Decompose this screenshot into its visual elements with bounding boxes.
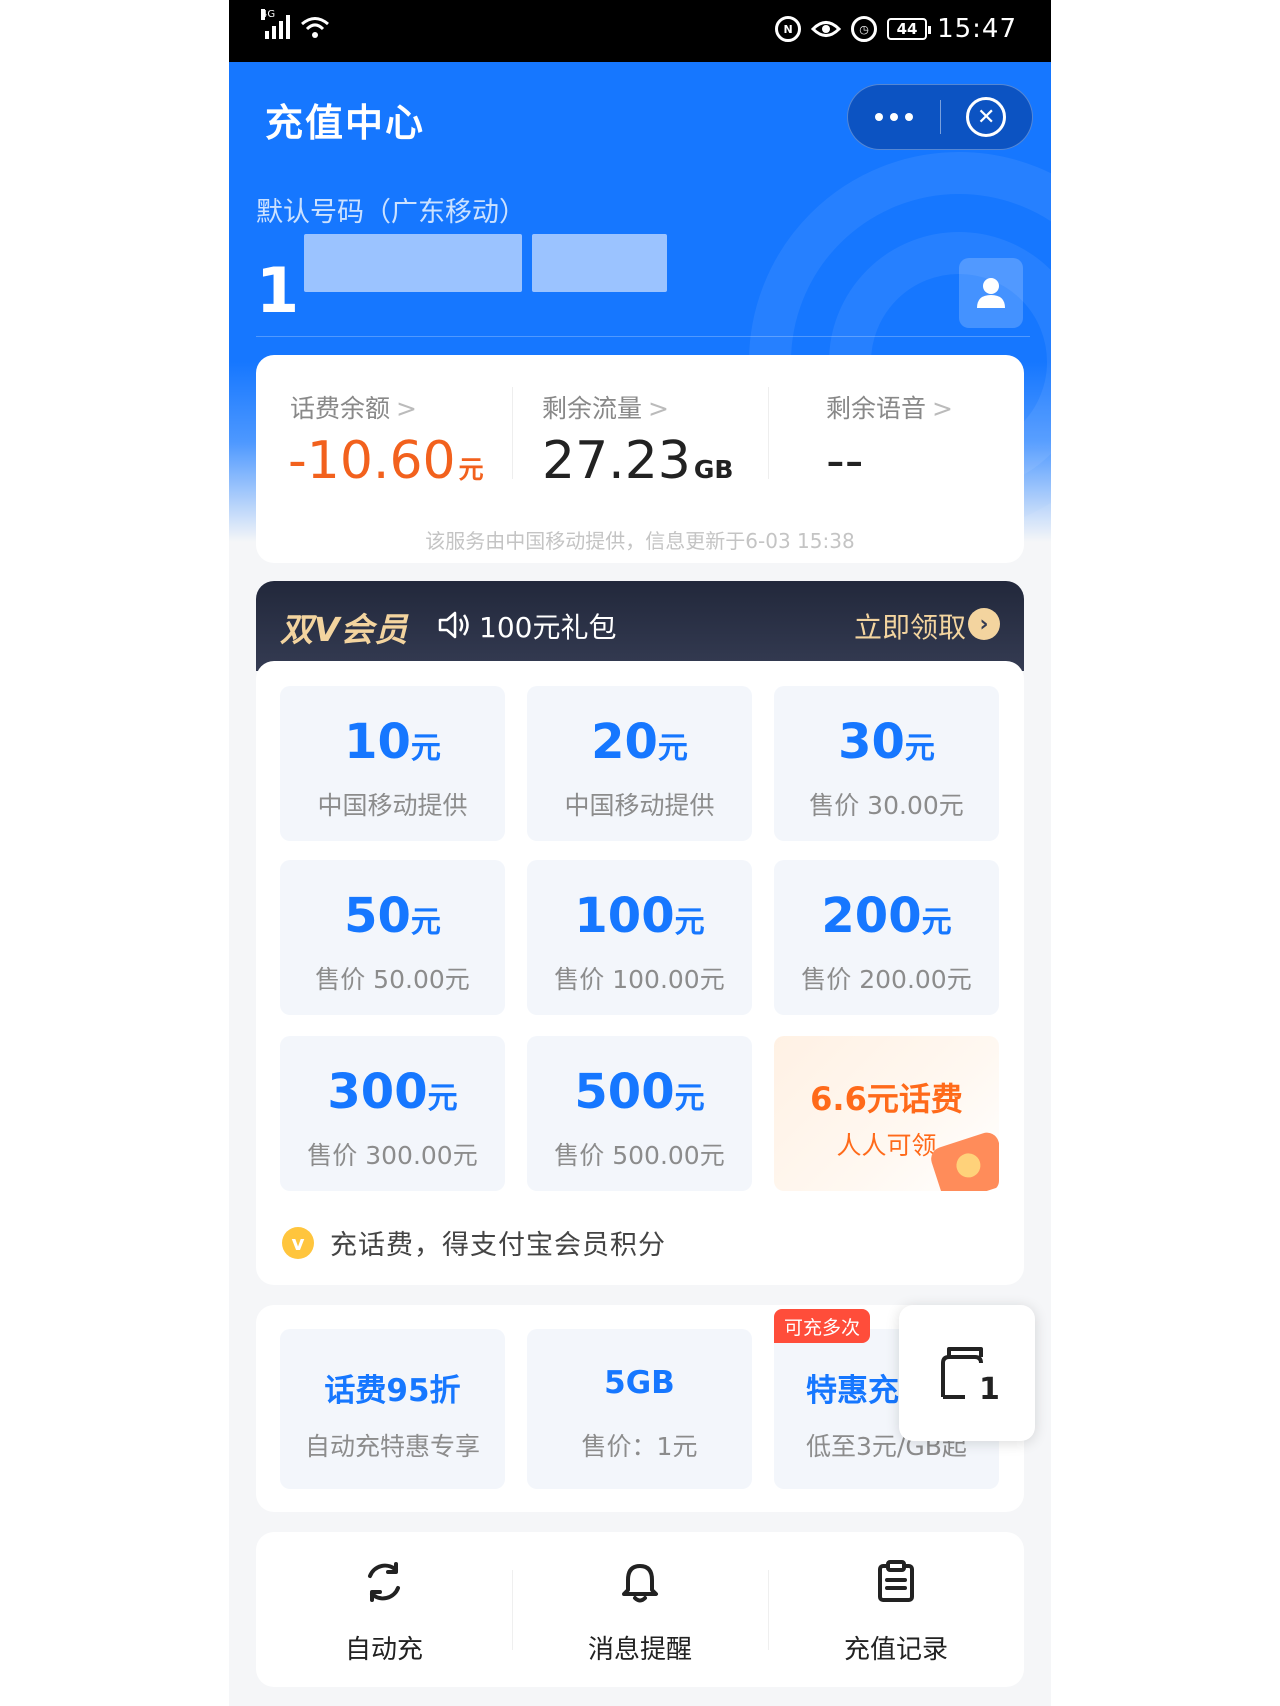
option-amount: 300元	[327, 1064, 458, 1120]
speaker-icon	[438, 611, 469, 639]
balance-label: 剩余语音 >	[826, 394, 953, 423]
member-points-icon: v	[282, 1226, 314, 1259]
quick-actions-card: 自动充 消息提醒 充值记录	[256, 1532, 1024, 1687]
screenshot-canvas: 4G N ◷ 44 15:47 充值中心 ✕ 默认号码（广东移动） 1 话费余额…	[0, 0, 1280, 1706]
option-subtitle: 售价 100.00元	[554, 965, 725, 994]
recharge-option-200[interactable]: 200元 售价 200.00元	[774, 860, 999, 1015]
phone-screen: 4G N ◷ 44 15:47 充值中心 ✕ 默认号码（广东移动） 1 话费余额…	[229, 0, 1051, 1706]
option-subtitle: 售价 500.00元	[554, 1141, 725, 1170]
action-notifications[interactable]: 消息提醒	[512, 1532, 768, 1687]
action-label: 消息提醒	[587, 1635, 692, 1665]
offer-subtitle: 售价：1元	[581, 1432, 698, 1461]
bell-icon	[622, 1564, 658, 1603]
option-subtitle: 售价 50.00元	[315, 965, 470, 994]
recharge-option-20[interactable]: 20元 中国移动提供	[527, 686, 752, 841]
wifi-icon	[301, 17, 329, 38]
balance-label: 话费余额 >	[290, 394, 417, 423]
balance-value: -10.60 元	[288, 431, 484, 491]
option-subtitle: 售价 200.00元	[801, 965, 972, 994]
points-row: v 充话费，得支付宝会员积分	[282, 1223, 666, 1262]
more-menu-button[interactable]	[848, 85, 940, 149]
recharge-option-10[interactable]: 10元 中国移动提供	[280, 686, 505, 841]
nfc-icon: N	[775, 16, 802, 42]
network-type: 4G	[261, 9, 276, 20]
option-amount: 100元	[574, 888, 705, 944]
phone-number[interactable]: 1	[256, 254, 301, 327]
balance-label: 剩余流量 >	[542, 394, 669, 423]
offer-title: 话费95折	[324, 1373, 461, 1409]
floating-window-button[interactable]: 1	[899, 1305, 1035, 1441]
offer-title: 特惠充	[806, 1373, 899, 1409]
clipboard-icon	[878, 1560, 914, 1602]
offer-subtitle: 自动充特惠专享	[304, 1432, 480, 1461]
multi-window-icon: 1	[941, 1347, 999, 1403]
option-amount: 30元	[838, 714, 935, 770]
recharge-option-30[interactable]: 30元 售价 30.00元	[774, 686, 999, 841]
person-icon	[977, 278, 1005, 308]
contacts-button[interactable]	[959, 258, 1023, 328]
option-amount: 200元	[821, 888, 952, 944]
alarm-icon: ◷	[851, 16, 878, 42]
promo-tile[interactable]: 6.6元话费 人人可领	[774, 1036, 999, 1191]
status-bar: 4G N ◷ 44 15:47	[229, 0, 1051, 62]
default-number-label: 默认号码（广东移动）	[256, 197, 526, 228]
status-right: N ◷ 44 15:47	[775, 14, 1017, 44]
option-subtitle: 售价 30.00元	[809, 791, 964, 820]
eye-icon	[811, 21, 842, 37]
action-auto-recharge[interactable]: 自动充	[256, 1532, 512, 1687]
option-amount: 50元	[344, 888, 441, 944]
recharge-option-100[interactable]: 100元 售价 100.00元	[527, 860, 752, 1015]
offer-title: 5GB	[604, 1365, 675, 1401]
points-text: 充话费，得支付宝会员积分	[330, 1230, 666, 1261]
battery-icon: 44	[887, 18, 932, 40]
header-divider	[256, 336, 1030, 337]
balance-update-note: 该服务由中国移动提供，信息更新于6-03 15:38	[425, 529, 855, 553]
recharge-option-300[interactable]: 300元 售价 300.00元	[280, 1036, 505, 1191]
balance-card: 话费余额 > -10.60 元 剩余流量 > 27.23 GB 剩余语音 > -- 该服务…	[256, 355, 1024, 563]
chevron-right-icon[interactable]: ›	[968, 608, 1000, 640]
masked-number	[532, 234, 667, 292]
battery-level: 44	[896, 20, 918, 38]
close-icon: ✕	[966, 97, 1007, 137]
option-amount: 10元	[344, 714, 441, 770]
option-subtitle: 中国移动提供	[564, 791, 715, 820]
offer-auto-recharge[interactable]: 话费95折 自动充特惠专享	[280, 1329, 505, 1489]
balance-item-fee[interactable]: 话费余额 > -10.60 元	[256, 355, 512, 515]
balance-item-voice[interactable]: 剩余语音 > --	[768, 355, 1024, 515]
miniapp-capsule: ✕	[847, 84, 1033, 150]
recharge-options-card: 10元 中国移动提供 20元 中国移动提供 30元 售价 30.00元 50元 …	[256, 661, 1024, 1285]
masked-number	[304, 234, 522, 292]
balance-item-data[interactable]: 剩余流量 > 27.23 GB	[512, 355, 768, 515]
vip-claim-button[interactable]: 立即领取	[854, 606, 966, 646]
action-recharge-history[interactable]: 充值记录	[768, 1532, 1024, 1687]
option-subtitle: 中国移动提供	[317, 791, 468, 820]
phone-number-prefix: 1	[256, 254, 302, 327]
option-amount: 20元	[591, 714, 688, 770]
vip-title: 双V会员	[280, 610, 409, 649]
offer-data-5gb[interactable]: 5GB 售价：1元	[527, 1329, 752, 1489]
vip-banner[interactable]: 双V会员 100元礼包 立即领取 ›	[256, 581, 1024, 671]
auto-recharge-icon	[368, 1562, 400, 1602]
option-amount: 500元	[574, 1064, 705, 1120]
signal-icon: 4G	[261, 9, 290, 39]
action-label: 自动充	[344, 1635, 423, 1665]
option-subtitle: 售价 300.00元	[307, 1141, 478, 1170]
promo-title: 6.6元话费	[810, 1080, 963, 1118]
recharge-option-500[interactable]: 500元 售价 500.00元	[527, 1036, 752, 1191]
balance-value: 27.23 GB	[542, 431, 734, 491]
offer-tag: 可充多次	[774, 1309, 871, 1343]
window-count-badge: 1	[979, 1372, 999, 1403]
vip-gift-text: 100元礼包	[479, 611, 617, 644]
status-time: 15:47	[937, 14, 1017, 44]
recharge-option-50[interactable]: 50元 售价 50.00元	[280, 860, 505, 1015]
action-label: 充值记录	[843, 1635, 948, 1665]
status-left: 4G	[261, 9, 330, 39]
close-button[interactable]: ✕	[941, 85, 1033, 149]
balance-value: --	[826, 431, 864, 491]
page-title: 充值中心	[265, 101, 426, 145]
